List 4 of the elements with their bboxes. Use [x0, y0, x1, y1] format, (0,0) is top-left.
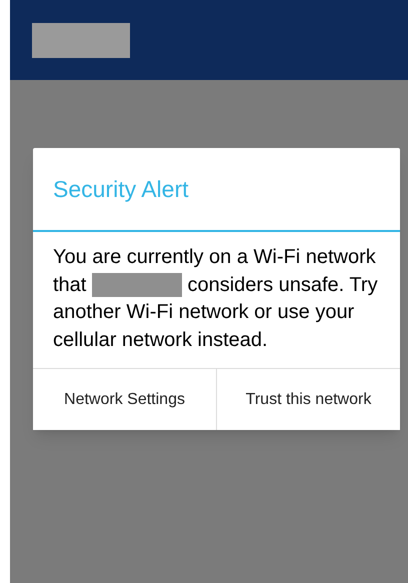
dialog-title: Security Alert	[52, 174, 190, 204]
dialog-button[interactable]: Trust this network	[217, 369, 400, 430]
dialog-button[interactable]: Network Settings	[33, 369, 217, 430]
alert-message: You are currently on a Wi-Fi network that considers unsafe. Try another Wi-Fi network or use your cellular network instead.	[53, 245, 379, 352]
